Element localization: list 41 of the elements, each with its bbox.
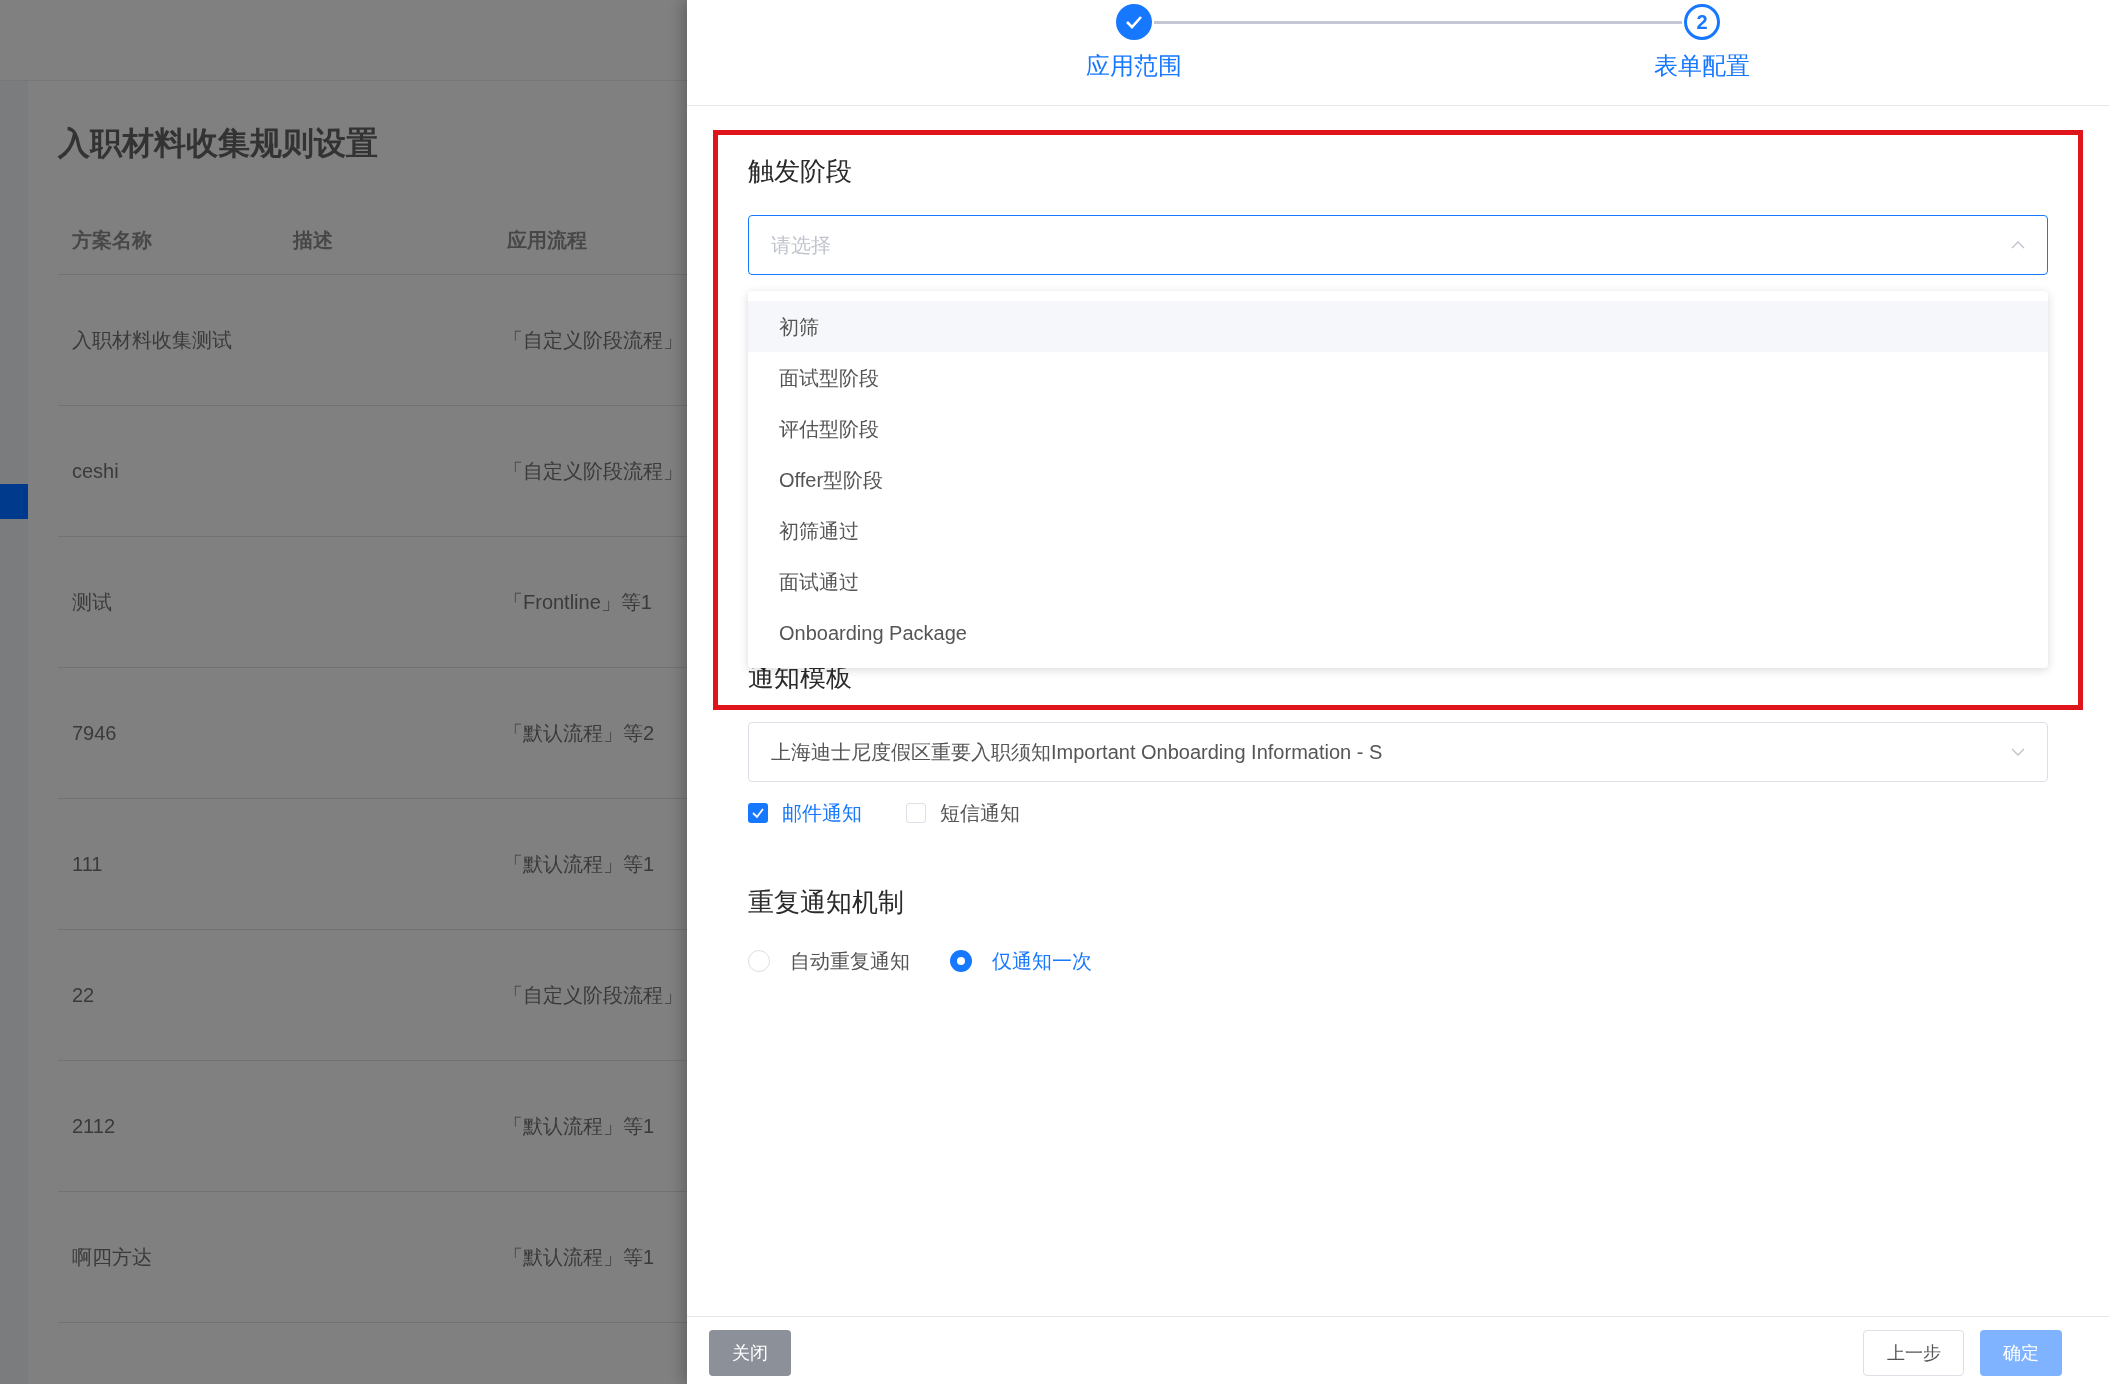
select-field[interactable]: 上海迪士尼度假区重要入职须知Important Onboarding Information - S: [748, 722, 2048, 782]
table-cell-text: 入职材料收集测试: [72, 328, 233, 353]
table-cell-text: 「默认流程」等1: [503, 1114, 655, 1139]
step-label[interactable]: 表单配置: [1654, 48, 1750, 84]
checkbox[interactable]: 邮件通知: [748, 798, 862, 828]
dropdown-option[interactable]: Offer型阶段: [748, 454, 2048, 505]
field-label: 触发阶段: [748, 155, 853, 188]
table-cell-text: 7946: [72, 721, 118, 746]
dropdown-option[interactable]: Onboarding Package: [748, 607, 2048, 658]
table-cell-text: 「自定义阶段流程」: [503, 459, 683, 484]
dropdown-option[interactable]: 初筛通过: [748, 505, 2048, 556]
table-cell-text: ceshi: [72, 459, 120, 484]
step-label[interactable]: 应用范围: [1086, 48, 1182, 84]
column-header: 描述: [293, 227, 334, 253]
table-cell-text: 「Frontline」等1: [503, 590, 652, 615]
column-header: 方案名称: [72, 227, 153, 253]
table-cell-text: 「自定义阶段流程」: [503, 983, 683, 1008]
column-header: 应用流程: [507, 227, 587, 253]
dropdown-option[interactable]: 评估型阶段: [748, 403, 2048, 454]
table-cell-text: 啊四方达: [72, 1245, 153, 1270]
chevron-up-icon: [2011, 241, 2025, 249]
dropdown-option[interactable]: 面试型阶段: [748, 352, 2048, 403]
field-label: 重复通知机制: [748, 886, 905, 919]
previous-button[interactable]: 上一步: [1863, 1330, 1964, 1376]
checkbox[interactable]: 短信通知: [906, 798, 1020, 828]
table-cell-text: 「自定义阶段流程」: [503, 328, 683, 353]
step-number: 2: [1684, 4, 1720, 40]
radio-option[interactable]: 自动重复通知: [748, 946, 910, 976]
radio-option[interactable]: 仅通知一次: [950, 946, 1092, 976]
table-cell-text: 111: [72, 852, 104, 877]
table-cell-text: 2112: [72, 1114, 116, 1139]
dropdown-option[interactable]: 面试通过: [748, 556, 2048, 607]
chevron-down-icon: [2011, 748, 2025, 756]
page-title: 入职材料收集规则设置: [58, 124, 379, 163]
table-cell-text: 22: [72, 983, 96, 1008]
dropdown-option[interactable]: 初筛: [748, 301, 2048, 352]
table-cell-text: 「默认流程」等2: [503, 721, 655, 746]
table-cell-text: 「默认流程」等1: [503, 852, 655, 877]
table-cell-text: 测试: [72, 590, 113, 615]
sidebar-active-item[interactable]: [0, 484, 28, 519]
table-cell-text: 「默认流程」等1: [503, 1245, 655, 1270]
